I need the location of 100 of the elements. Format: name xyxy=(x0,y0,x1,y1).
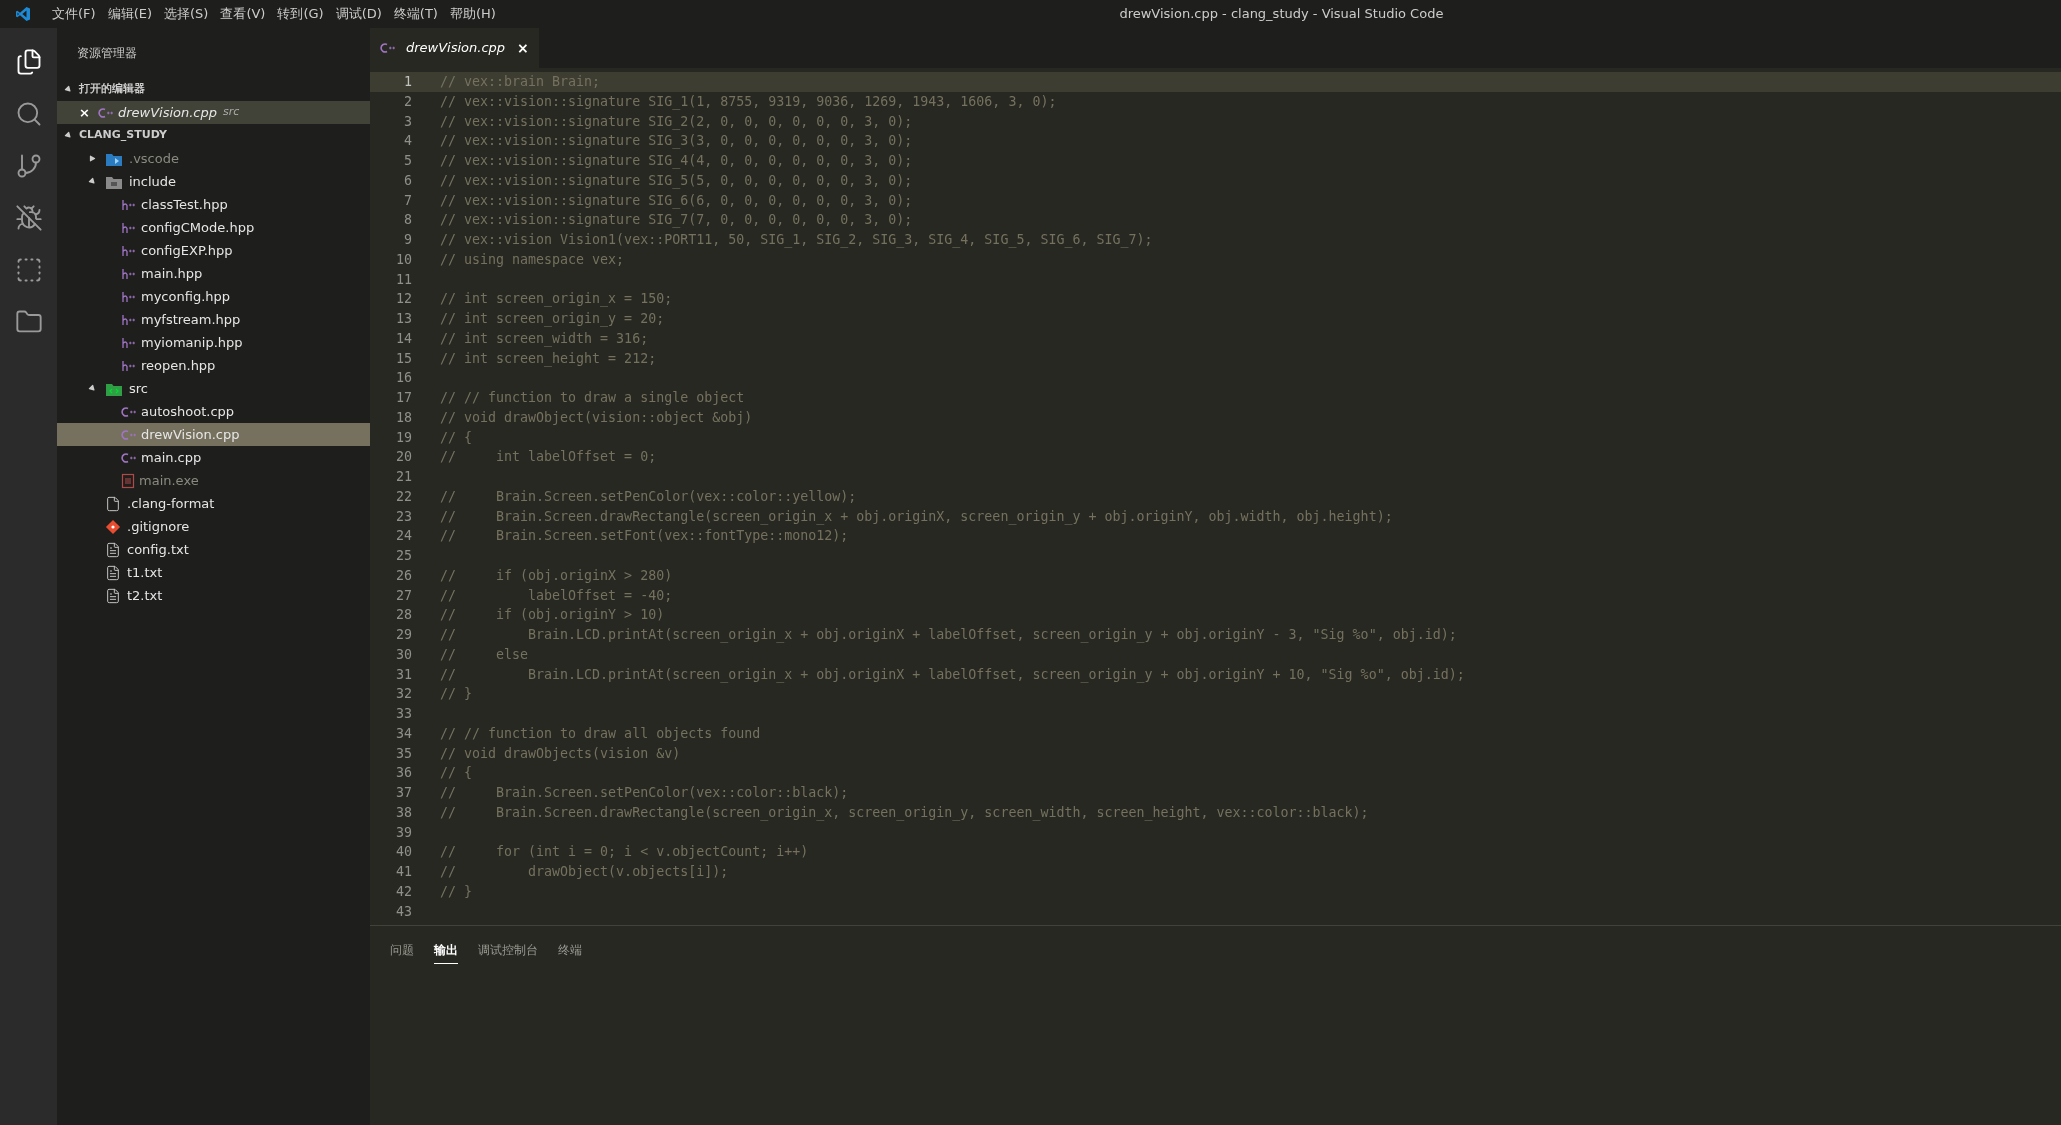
menu-item[interactable]: 转到(G) xyxy=(271,4,330,24)
line-number: 32 xyxy=(395,685,412,704)
line-number: 23 xyxy=(395,507,412,526)
line-number: 42 xyxy=(395,882,412,901)
menu-item[interactable]: 查看(V) xyxy=(214,4,272,24)
code-line: // // function to draw a single object xyxy=(440,389,745,407)
line-number: 26 xyxy=(395,566,412,585)
menu-item[interactable]: 帮助(H) xyxy=(443,4,502,24)
line-number: 9 xyxy=(403,231,412,249)
panel-tab[interactable]: 输出 xyxy=(434,936,458,964)
code-line: // vex::vision::signature SIG_7(7, 0, 0, 0, 0, 0, 0, 3, 0); xyxy=(440,211,913,230)
menu-item[interactable]: 选择(S) xyxy=(158,4,215,24)
panel-tab[interactable]: 终端 xyxy=(558,936,582,964)
code-line: // drawObject(v.objects[i]); xyxy=(440,863,729,881)
code-line: // if (obj.originY > 10) xyxy=(440,606,665,625)
line-number: 7 xyxy=(403,191,412,210)
line-number: 14 xyxy=(395,329,412,348)
file-tree-item[interactable]: myconfig.hpp xyxy=(57,285,370,308)
code-line: // int screen_width = 316; xyxy=(440,329,649,349)
code-line: // for (int i = 0; i < v.objectCount; i++) xyxy=(440,843,809,862)
code-line: // vex::vision::signature SIG_4(4, 0, 0, 0, 0, 0, 0, 3, 0); xyxy=(440,152,913,171)
line-number: 2 xyxy=(403,92,412,111)
code-line: // vex::vision::signature SIG_1(1, 8755, 9319, 9036, 1269, 1943, 1606, 3, 0); xyxy=(440,92,1057,112)
bug-icon[interactable] xyxy=(14,204,43,232)
text-file-icon xyxy=(105,541,121,558)
text-file-icon xyxy=(105,564,121,581)
close-icon[interactable]: × xyxy=(79,102,90,123)
cpp-file-icon xyxy=(121,451,137,464)
file-tree-item[interactable]: configCMode.hpp xyxy=(57,216,370,239)
line-number: 37 xyxy=(395,784,412,802)
cpp-file-icon xyxy=(97,106,114,119)
code-line: // labelOffset = -40; xyxy=(440,586,673,605)
file-tree-item[interactable]: classTest.hpp xyxy=(57,193,370,216)
code-line: // } xyxy=(440,882,473,901)
code-line: // vex::vision::signature SIG_6(6, 0, 0, 0, 0, 0, 0, 3, 0); xyxy=(440,191,913,211)
file-tree-item[interactable]: myiomanip.hpp xyxy=(57,331,370,354)
menu-item[interactable]: 文件(F) xyxy=(46,4,102,24)
file-tree-item[interactable]: t2.txt xyxy=(57,584,370,607)
line-number: 39 xyxy=(395,823,412,842)
line-number: 12 xyxy=(395,290,412,309)
line-number: 20 xyxy=(395,448,412,467)
menu-item[interactable]: 调试(D) xyxy=(329,4,388,24)
line-number: 33 xyxy=(395,705,412,723)
file-tree-item[interactable]: include xyxy=(57,170,370,193)
text-file-icon xyxy=(105,587,121,604)
code-line: // vex::vision::signature SIG_5(5, 0, 0, 0, 0, 0, 0, 3, 0); xyxy=(440,171,913,191)
line-number: 13 xyxy=(395,310,412,328)
line-number: 4 xyxy=(403,132,412,151)
menu-item[interactable]: 终端(T) xyxy=(387,4,444,24)
file-tree-item[interactable]: .vscode xyxy=(57,147,370,170)
file-tree-item[interactable]: drewVision.cpp xyxy=(57,423,370,446)
close-icon[interactable]: × xyxy=(517,37,529,59)
file-tree-item[interactable]: reopen.hpp xyxy=(57,354,370,377)
code-line: // void drawObject(vision::object &obj) xyxy=(440,408,753,427)
line-number: 22 xyxy=(395,487,412,506)
line-number: 24 xyxy=(395,527,412,546)
header-file-icon xyxy=(121,198,137,211)
line-number: 34 xyxy=(395,724,412,743)
cpp-file-icon xyxy=(121,428,137,441)
file-tree-item[interactable]: main.cpp xyxy=(57,446,370,469)
editor-tab[interactable]: drewVision.cpp × xyxy=(370,28,539,68)
file-tree-item[interactable]: .gitignore xyxy=(57,515,370,538)
panel-tab[interactable]: 问题 xyxy=(390,936,414,964)
code-line: // { xyxy=(440,428,473,447)
section-header[interactable]: 打开的编辑器 xyxy=(57,78,370,101)
line-number: 27 xyxy=(395,586,412,605)
file-tree-item[interactable]: autoshoot.cpp xyxy=(57,400,370,423)
folder-hint: src xyxy=(223,104,240,121)
file-tree-item[interactable]: configEXP.hpp xyxy=(57,239,370,262)
menu-item[interactable]: 编辑(E) xyxy=(101,4,158,24)
line-number: 8 xyxy=(403,211,412,230)
file-tree-item[interactable]: .clang-format xyxy=(57,492,370,515)
code-line: // else xyxy=(440,645,529,664)
line-number: 43 xyxy=(395,902,412,921)
open-editor-item[interactable]: × drewVision.cpp src xyxy=(57,101,370,124)
line-number: 30 xyxy=(395,645,412,664)
line-number: 29 xyxy=(395,626,412,644)
code-line: // Brain.Screen.setPenColor(vex::color::black); xyxy=(440,784,849,802)
header-file-icon xyxy=(121,244,137,257)
section-header[interactable]: CLANG_STUDY xyxy=(57,124,370,147)
code-line: // if (obj.originX > 280) xyxy=(440,566,673,585)
header-file-icon xyxy=(121,336,137,349)
code-line: // using namespace vex; xyxy=(440,250,625,269)
line-number: 28 xyxy=(395,606,412,625)
line-number: 6 xyxy=(403,171,412,190)
line-number: 31 xyxy=(395,665,412,684)
vscode-logo-icon xyxy=(15,6,31,22)
binary-file-icon xyxy=(121,472,135,489)
file-tree-item[interactable]: myfstream.hpp xyxy=(57,308,370,331)
file-tree-item[interactable]: src xyxy=(57,377,370,400)
file-tree-item[interactable]: config.txt xyxy=(57,538,370,561)
line-number: 25 xyxy=(395,547,412,565)
panel-tab[interactable]: 调试控制台 xyxy=(478,936,538,964)
code-line: // int labelOffset = 0; xyxy=(440,448,657,467)
line-number: 16 xyxy=(395,369,412,388)
file-tree-item[interactable]: t1.txt xyxy=(57,561,370,584)
header-file-icon xyxy=(121,267,137,280)
file-tree-item[interactable]: main.exe xyxy=(57,469,370,492)
code-line: // Brain.Screen.drawRectangle(screen_origin_x + obj.originX, screen_origin_y + obj.originY, obj.width, obj.height); xyxy=(440,507,1393,527)
file-tree-item[interactable]: main.hpp xyxy=(57,262,370,285)
